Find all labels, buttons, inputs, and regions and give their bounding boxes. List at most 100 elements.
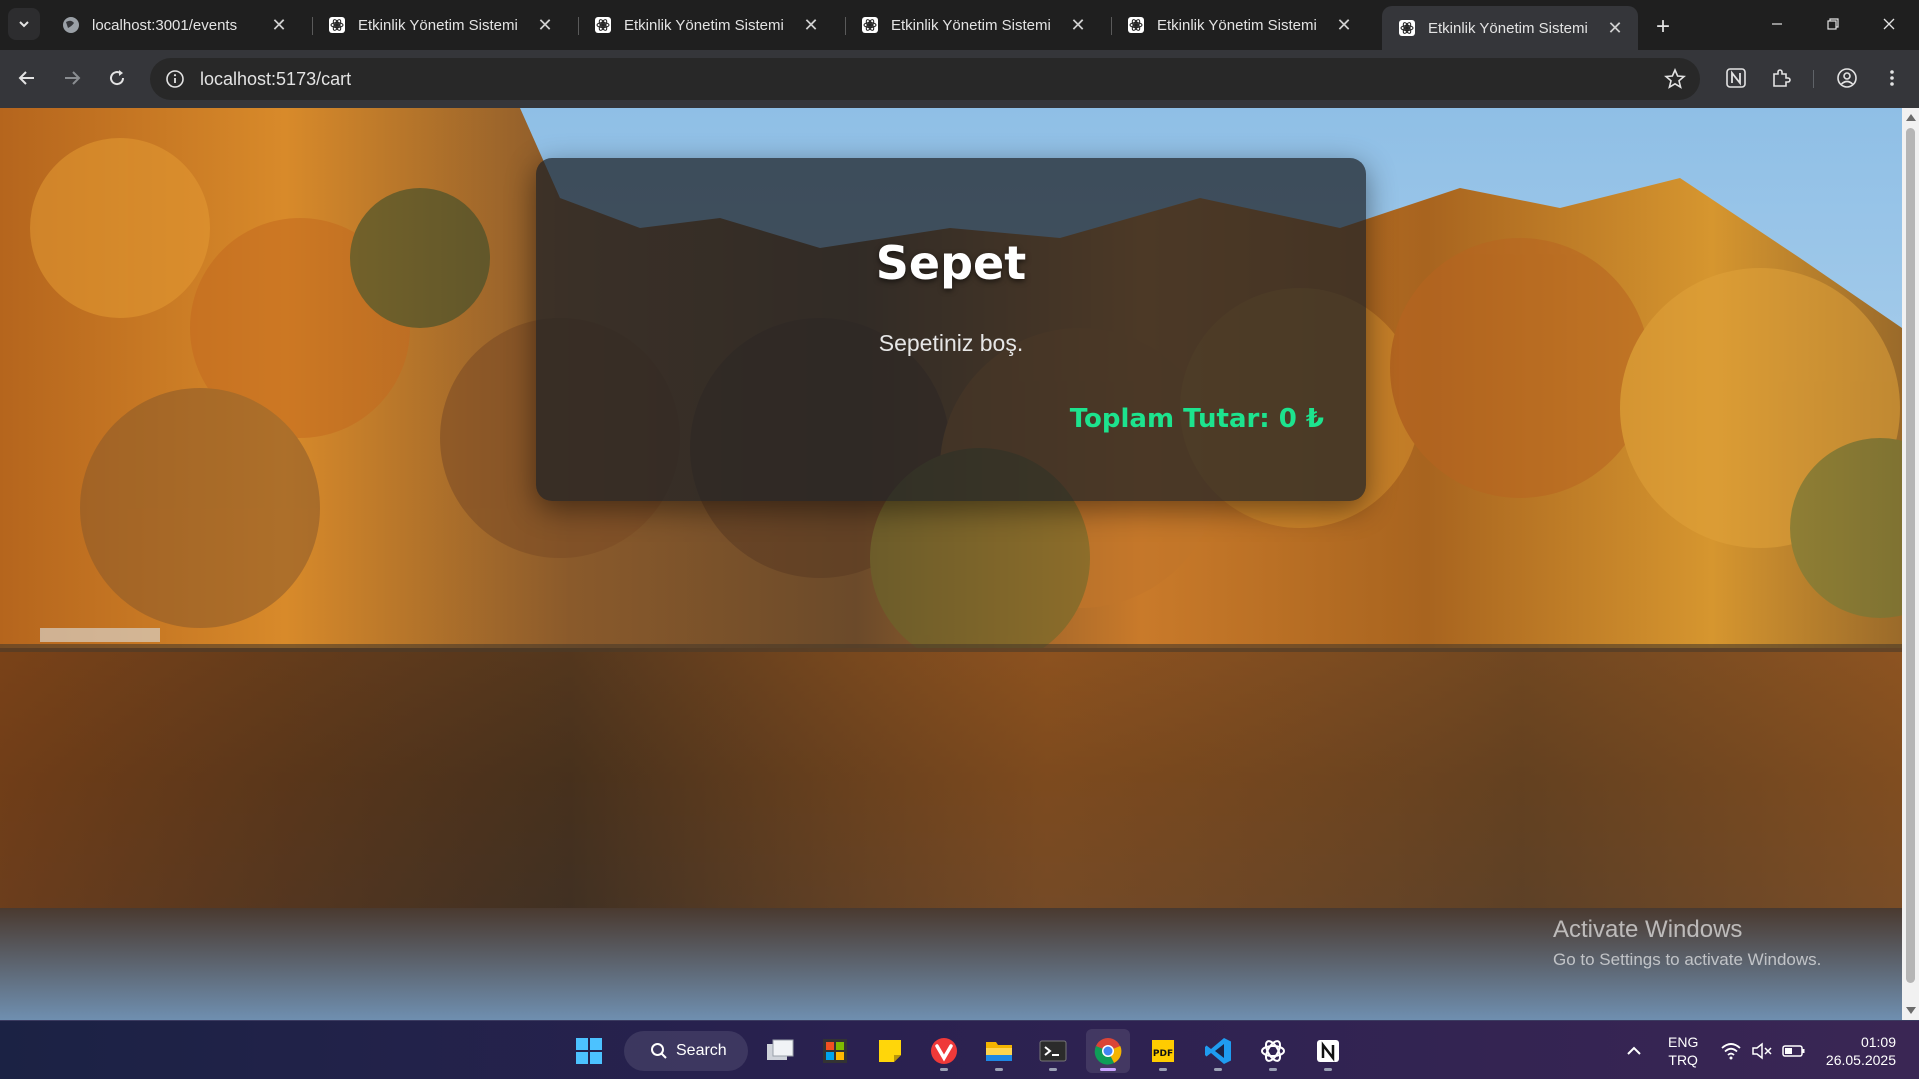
notion-extension-button[interactable] (1718, 60, 1754, 96)
file-explorer-icon (986, 1042, 1012, 1061)
terminal-icon (1039, 1040, 1067, 1062)
forward-button[interactable] (54, 60, 90, 96)
svg-text:PDF: PDF (1153, 1049, 1173, 1059)
reload-button[interactable] (99, 60, 135, 96)
chevron-up-icon (1627, 1046, 1641, 1055)
terminal-button[interactable] (1031, 1029, 1075, 1073)
react-icon (329, 17, 345, 33)
scroll-up-arrow-icon[interactable] (1906, 114, 1916, 121)
running-indicator (1049, 1068, 1057, 1071)
close-tab-icon[interactable]: ✕ (1604, 17, 1626, 39)
tab-etkinlik-1[interactable]: Etkinlik Yönetim Sistemi ✕ (312, 7, 568, 43)
browser-menu-button[interactable] (1874, 60, 1910, 96)
reload-icon (110, 70, 125, 86)
page-scrollbar[interactable] (1902, 108, 1919, 1020)
volume-muted-icon (1752, 1041, 1772, 1060)
system-clock[interactable]: 01:09 26.05.2025 (1820, 1033, 1896, 1069)
back-button[interactable] (9, 60, 45, 96)
tab-title: Etkinlik Yönetim Sistemi (891, 16, 1051, 34)
chatgpt-icon (1261, 1040, 1285, 1062)
close-tab-icon[interactable]: ✕ (268, 14, 290, 36)
empty-cart-message: Sepetiniz boş. (878, 330, 1024, 356)
tab-etkinlik-3[interactable]: Etkinlik Yönetim Sistemi ✕ (845, 7, 1101, 43)
react-icon (1128, 17, 1144, 33)
cart-title: Sepet (875, 236, 1027, 290)
running-indicator (940, 1068, 948, 1071)
minimize-button[interactable] (1749, 0, 1805, 48)
running-indicator (1324, 1068, 1332, 1071)
notion-icon (1726, 68, 1746, 88)
cart-total: Toplam Tutar: 0 ₺ (1069, 404, 1324, 434)
more-vertical-icon (1890, 70, 1894, 86)
scrollbar-thumb[interactable] (1906, 128, 1915, 983)
restore-button[interactable] (1805, 0, 1861, 48)
battery-button[interactable] (1782, 1021, 1806, 1079)
chatgpt-button[interactable] (1251, 1029, 1295, 1073)
tab-title: Etkinlik Yönetim Sistemi (1157, 16, 1317, 34)
close-icon (1883, 18, 1895, 30)
task-view-icon (767, 1039, 794, 1060)
activate-windows-watermark: Activate Windows Go to Settings to activ… (1553, 916, 1821, 970)
chrome-icon (1094, 1038, 1122, 1065)
store-button[interactable] (813, 1029, 857, 1073)
cart-panel: Sepet Sepetiniz boş. Toplam Tutar: 0 ₺ (536, 158, 1366, 501)
vivaldi-button[interactable] (922, 1029, 966, 1073)
tab-strip: localhost:3001/events ✕ Etkinlik Yönetim… (0, 0, 1919, 50)
tray-overflow-button[interactable] (1625, 1021, 1643, 1079)
wifi-icon (1721, 1042, 1741, 1059)
vscode-button[interactable] (1196, 1029, 1240, 1073)
address-bar[interactable]: localhost:5173/cart (150, 58, 1700, 100)
file-explorer-button[interactable] (977, 1029, 1021, 1073)
watermark-title: Activate Windows (1553, 916, 1743, 943)
start-icon (576, 1038, 602, 1064)
network-button[interactable] (1720, 1021, 1742, 1079)
tab-etkinlik-active[interactable]: Etkinlik Yönetim Sistemi ✕ (1382, 6, 1638, 50)
pdf-reader-button[interactable]: PDF (1141, 1029, 1185, 1073)
running-indicator (995, 1068, 1003, 1071)
notion-button[interactable] (1306, 1029, 1350, 1073)
profile-icon (1837, 68, 1857, 88)
puzzle-icon (1773, 69, 1791, 87)
input-language[interactable]: ENG TRQ (1668, 1033, 1698, 1069)
bookmark-star-icon[interactable] (1664, 67, 1686, 95)
close-tab-icon[interactable]: ✕ (800, 14, 822, 36)
clock-date: 26.05.2025 (1825, 1052, 1896, 1068)
store-icon (823, 1039, 847, 1063)
search-icon (651, 1043, 667, 1059)
tab-etkinlik-2[interactable]: Etkinlik Yönetim Sistemi ✕ (578, 7, 834, 43)
tab-search-button[interactable] (8, 8, 40, 40)
close-window-button[interactable] (1861, 0, 1917, 48)
browser-toolbar: localhost:5173/cart (0, 50, 1919, 108)
battery-icon (1782, 1044, 1805, 1057)
site-info-icon[interactable] (162, 66, 188, 92)
sticky-notes-button[interactable] (868, 1029, 912, 1073)
keyboard-layout: TRQ (1668, 1052, 1698, 1068)
tab-etkinlik-4[interactable]: Etkinlik Yönetim Sistemi ✕ (1111, 7, 1367, 43)
language-code: ENG (1668, 1034, 1699, 1050)
globe-icon (63, 17, 79, 33)
page-viewport: Sepet Sepetiniz boş. Toplam Tutar: 0 ₺ A… (0, 108, 1902, 1020)
close-tab-icon[interactable]: ✕ (534, 14, 556, 36)
tab-title: Etkinlik Yönetim Sistemi (624, 16, 784, 34)
running-indicator (1159, 1068, 1167, 1071)
url-text[interactable]: localhost:5173/cart (200, 69, 351, 90)
minimize-icon (1772, 23, 1782, 25)
clock-time: 01:09 (1860, 1034, 1896, 1050)
task-view-button[interactable] (758, 1029, 802, 1073)
volume-button[interactable] (1751, 1021, 1773, 1079)
react-icon (1399, 20, 1415, 36)
arrow-left-icon (18, 71, 34, 85)
react-icon (595, 17, 611, 33)
new-tab-button[interactable]: + (1648, 12, 1678, 42)
taskbar-search[interactable]: Search (624, 1031, 748, 1071)
chrome-button[interactable] (1086, 1029, 1130, 1073)
close-tab-icon[interactable]: ✕ (1067, 14, 1089, 36)
notion-icon (1317, 1040, 1339, 1062)
extensions-button[interactable] (1763, 60, 1799, 96)
close-tab-icon[interactable]: ✕ (1333, 14, 1355, 36)
running-indicator (1269, 1068, 1277, 1071)
scroll-down-arrow-icon[interactable] (1906, 1007, 1916, 1014)
tab-events[interactable]: localhost:3001/events ✕ (46, 7, 302, 43)
start-button[interactable] (567, 1029, 611, 1073)
profile-button[interactable] (1829, 60, 1865, 96)
